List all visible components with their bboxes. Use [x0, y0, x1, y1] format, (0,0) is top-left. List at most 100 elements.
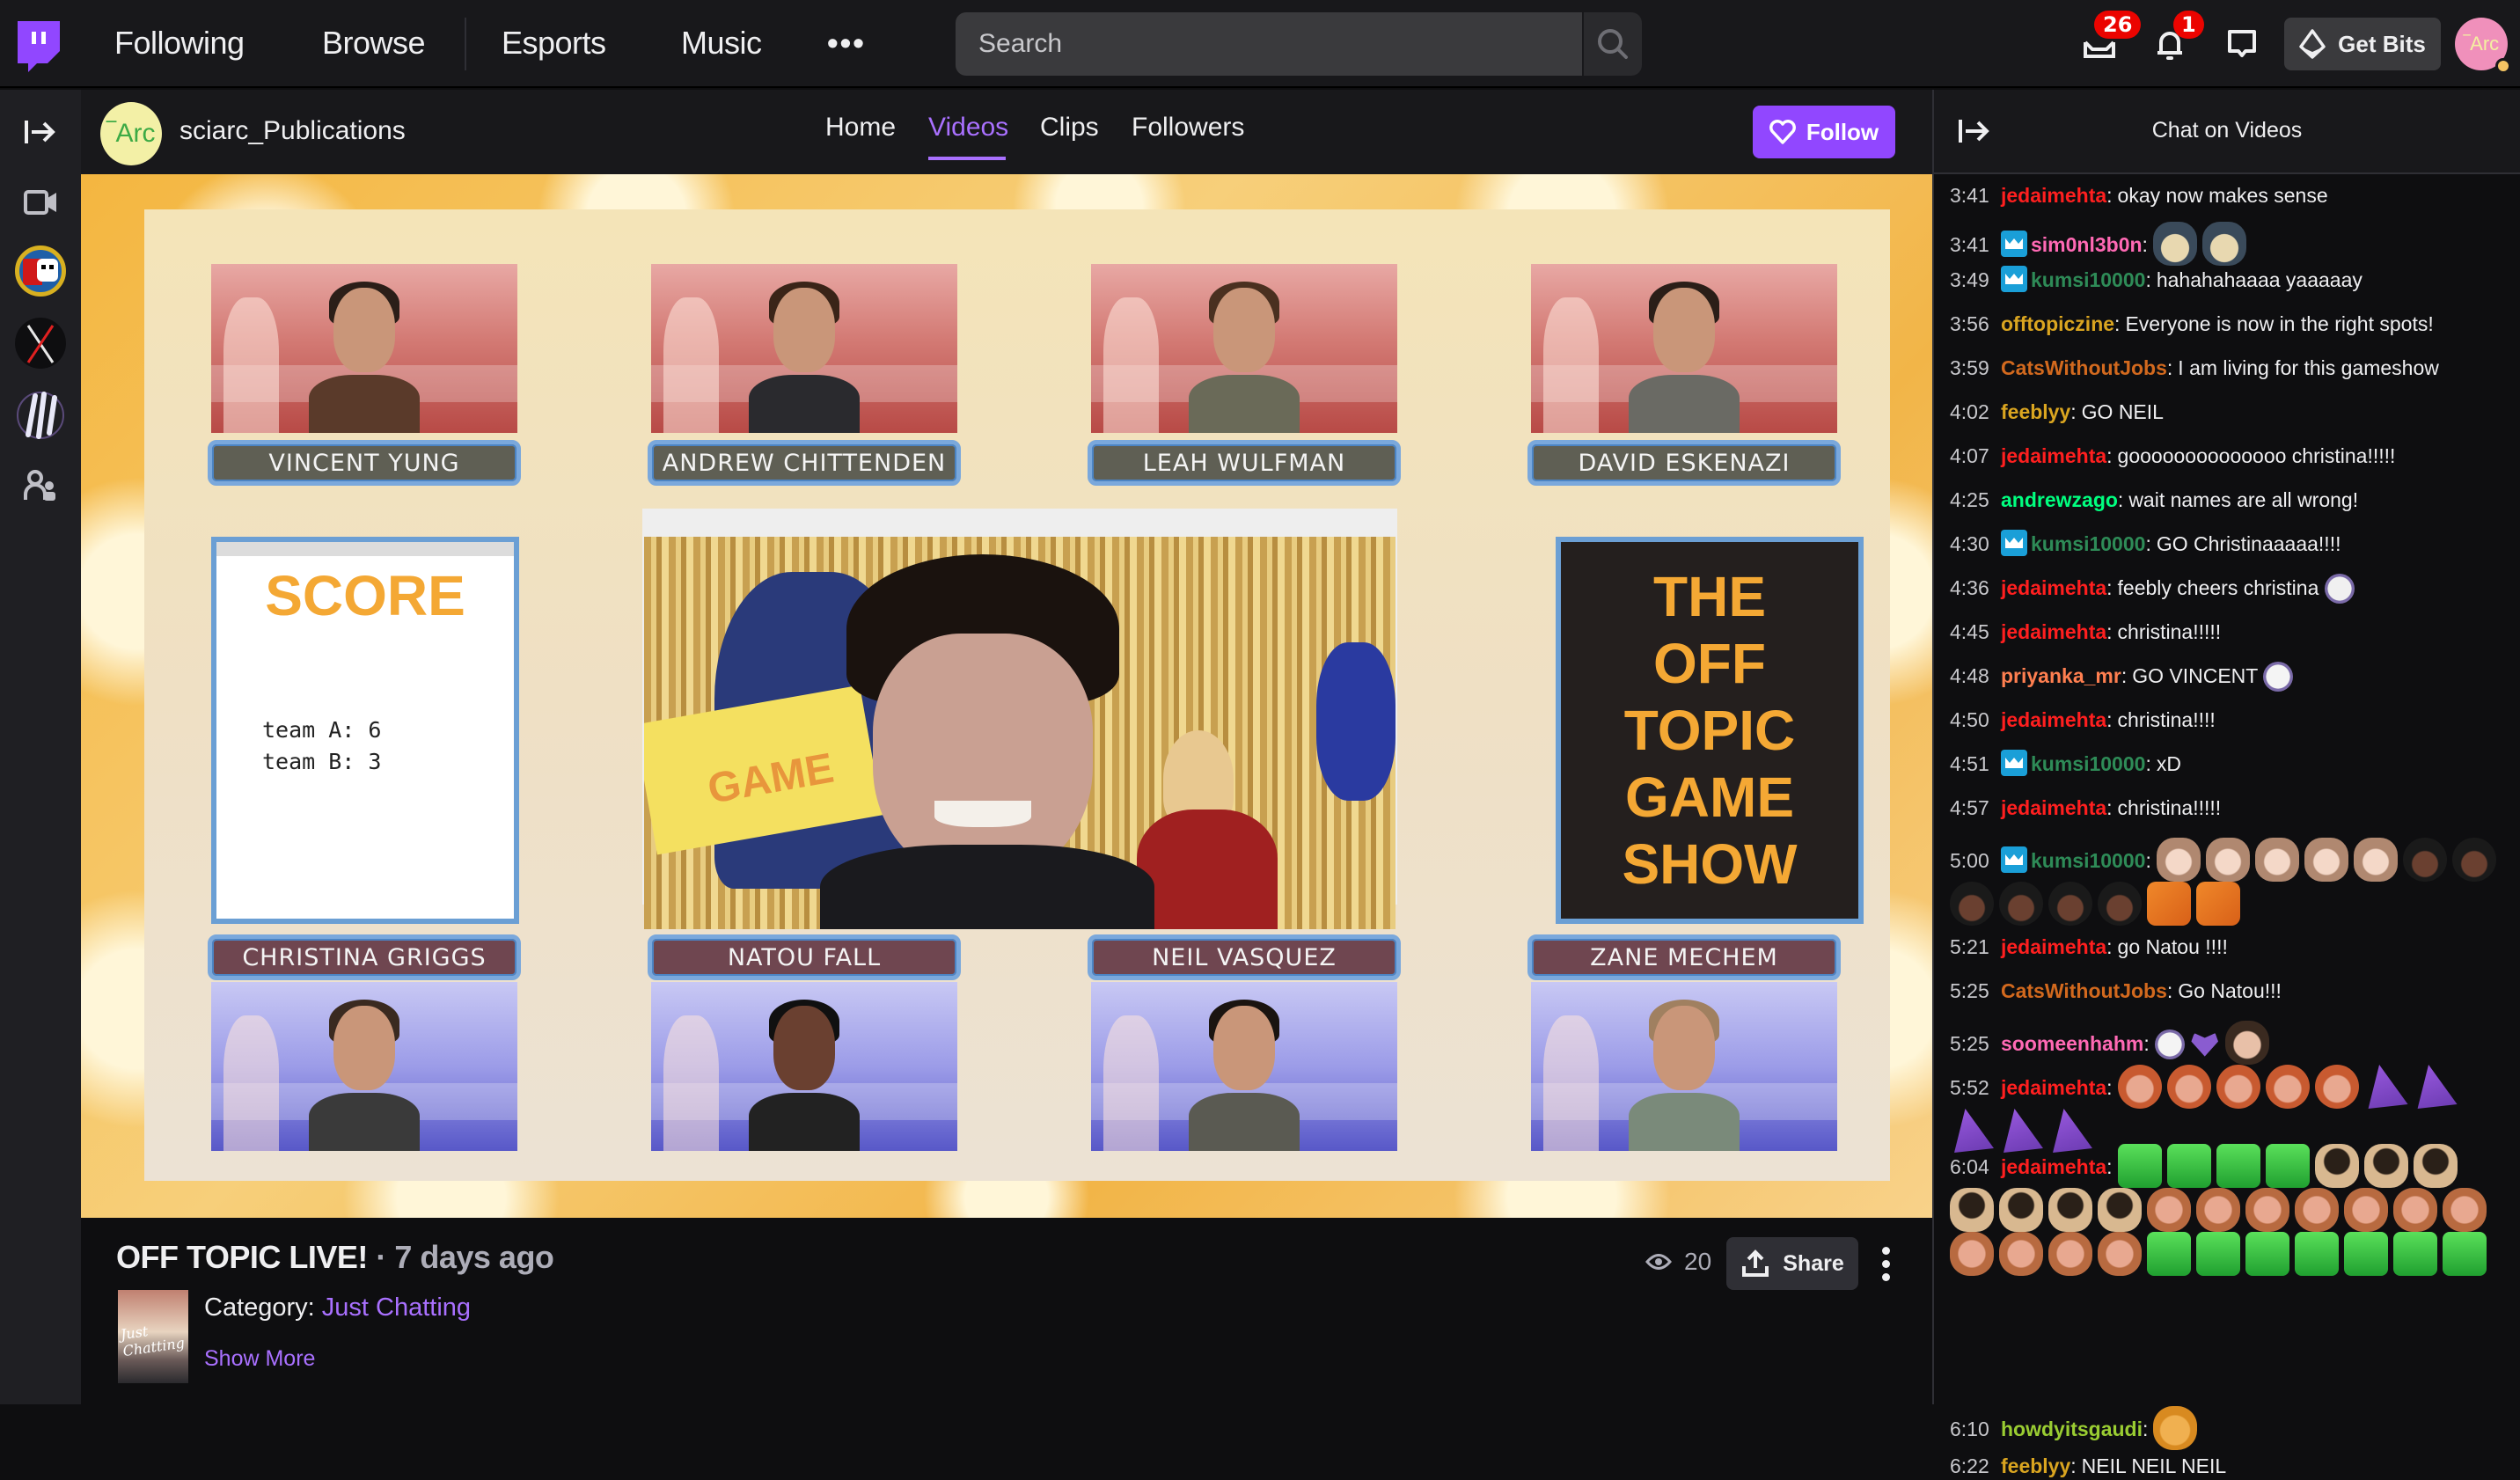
chat-username[interactable]: jedaimehta [2001, 1155, 2106, 1178]
show-more-link[interactable]: Show More [204, 1346, 315, 1372]
followed-channel-2[interactable] [14, 317, 67, 370]
robot-emote-icon[interactable] [2166, 1144, 2211, 1188]
angry-girl-emote-icon[interactable] [2254, 838, 2299, 882]
thumbs-guy-emote-icon[interactable] [2147, 1188, 2191, 1232]
robot-emote-icon[interactable] [2147, 1232, 2191, 1276]
chat-username[interactable]: jedaimehta [2001, 1076, 2106, 1099]
tab-videos[interactable]: Videos [928, 113, 1008, 143]
thumbs-guy-emote-icon[interactable] [2344, 1188, 2388, 1232]
chat-username[interactable]: andrewzago [2001, 488, 2118, 511]
crown-guy-emote-icon[interactable] [2451, 838, 2496, 882]
chat-username[interactable]: feeblyy [2001, 1454, 2070, 1477]
cat-shocked-emote-icon[interactable] [2152, 222, 2197, 266]
chat-username[interactable]: jedaimehta [2001, 935, 2106, 958]
prime-crown-badge-icon[interactable] [2001, 530, 2027, 556]
twitch-logo-icon[interactable] [14, 21, 63, 72]
category-link[interactable]: Just Chatting [322, 1293, 471, 1322]
search-input[interactable] [956, 12, 1582, 76]
facepalm-emote-icon[interactable] [1950, 1188, 1994, 1232]
robot-emote-icon[interactable] [2196, 1232, 2240, 1276]
thumbs-guy-emote-icon[interactable] [2098, 1232, 2142, 1276]
tab-home[interactable]: Home [825, 113, 896, 143]
robot-emote-icon[interactable] [2443, 1232, 2487, 1276]
robot-emote-icon[interactable] [2393, 1232, 2437, 1276]
channel-avatar[interactable]: ‾Arc [100, 102, 162, 165]
share-button[interactable]: Share [1726, 1237, 1858, 1290]
channel-name-link[interactable]: sciarc_Publications [179, 116, 406, 146]
chat-username[interactable]: soomeenhahm [2001, 1032, 2143, 1055]
crying-face-emote-icon[interactable] [2324, 574, 2355, 604]
category-thumbnail[interactable]: Just Chatting [118, 1290, 188, 1383]
chat-username[interactable]: jedaimehta [2001, 796, 2106, 819]
robot-emote-icon[interactable] [2295, 1232, 2339, 1276]
prime-crown-badge-icon[interactable] [2001, 750, 2027, 776]
cat-shocked-emote-icon[interactable] [2201, 222, 2246, 266]
prime-crown-badge-icon[interactable] [2001, 231, 2027, 257]
thumbs-guy-emote-icon[interactable] [2393, 1188, 2437, 1232]
thumbs-guy-emote-icon[interactable] [2295, 1188, 2339, 1232]
sunglasses-guy-emote-icon[interactable] [2314, 1065, 2359, 1109]
chat-username[interactable]: jedaimehta [2001, 576, 2106, 599]
thumbs-guy-emote-icon[interactable] [1999, 1232, 2043, 1276]
chat-username[interactable]: kumsi10000 [2031, 849, 2145, 872]
followed-videos-button[interactable] [14, 176, 67, 229]
robot-emote-icon[interactable] [2117, 1144, 2162, 1188]
nav-browse[interactable]: Browse [322, 25, 426, 62]
tab-clips[interactable]: Clips [1040, 113, 1099, 143]
chat-username[interactable]: offtopiczine [2001, 312, 2114, 335]
facepalm-emote-icon[interactable] [2363, 1144, 2408, 1188]
thumbs-guy-emote-icon[interactable] [1950, 1232, 1994, 1276]
chat-username[interactable]: jedaimehta [2001, 620, 2106, 643]
robot-emote-icon[interactable] [2265, 1144, 2310, 1188]
chat-username[interactable]: kumsi10000 [2031, 268, 2145, 291]
ghost-face-emote-icon[interactable] [2154, 1029, 2185, 1059]
chat-username[interactable]: priyanka_mr [2001, 664, 2121, 687]
search-button[interactable] [1584, 12, 1642, 76]
crown-guy-emote-icon[interactable] [1950, 882, 1994, 926]
party-hat-emote-icon[interactable] [2417, 1065, 2458, 1109]
cool-cat-emote-icon[interactable] [2153, 1406, 2198, 1450]
sunglasses-guy-emote-icon[interactable] [2166, 1065, 2211, 1109]
get-bits-button[interactable]: Get Bits [2284, 18, 2441, 70]
prime-crown-badge-icon[interactable] [2001, 846, 2027, 873]
thumbs-guy-emote-icon[interactable] [2443, 1188, 2487, 1232]
chat-username[interactable]: kumsi10000 [2031, 752, 2145, 775]
chat-username[interactable]: kumsi10000 [2031, 532, 2145, 555]
thumbs-guy-emote-icon[interactable] [2245, 1188, 2289, 1232]
tab-followers[interactable]: Followers [1132, 113, 1244, 143]
follow-button[interactable]: Follow [1753, 106, 1895, 158]
whispers-button[interactable] [2224, 26, 2260, 62]
chat-username[interactable]: feeblyy [2001, 400, 2070, 423]
facepalm-emote-icon[interactable] [1999, 1188, 2043, 1232]
angry-girl-emote-icon[interactable] [2205, 838, 2250, 882]
friends-button[interactable] [14, 459, 67, 512]
thumbs-guy-emote-icon[interactable] [2048, 1232, 2092, 1276]
angry-girl-emote-icon[interactable] [2353, 838, 2398, 882]
crown-guy-emote-icon[interactable] [2048, 882, 2092, 926]
facepalm-emote-icon[interactable] [2314, 1144, 2359, 1188]
thumbs-guy-emote-icon[interactable] [2196, 1188, 2240, 1232]
charizard-emote-icon[interactable] [2147, 882, 2191, 926]
angry-girl-emote-icon[interactable] [2156, 838, 2201, 882]
nav-following[interactable]: Following [114, 25, 245, 62]
charizard-emote-icon[interactable] [2196, 882, 2240, 926]
facepalm-emote-icon[interactable] [2048, 1188, 2092, 1232]
robot-emote-icon[interactable] [2245, 1232, 2289, 1276]
crown-guy-emote-icon[interactable] [1999, 882, 2043, 926]
chat-username[interactable]: CatsWithoutJobs [2001, 979, 2167, 1002]
expand-sidebar-button[interactable] [14, 106, 67, 158]
purple-heart-emote-icon[interactable] [2191, 1033, 2219, 1057]
sunglasses-guy-emote-icon[interactable] [2216, 1065, 2260, 1109]
more-options-button[interactable] [1872, 1239, 1899, 1288]
happy-face-emote-icon[interactable] [2263, 662, 2294, 692]
facepalm-emote-icon[interactable] [2098, 1188, 2142, 1232]
prime-crown-badge-icon[interactable] [2001, 266, 2027, 292]
chat-username[interactable]: howdyitsgaudi [2001, 1418, 2143, 1440]
nav-music[interactable]: Music [681, 25, 762, 62]
chat-username[interactable]: jedaimehta [2001, 708, 2106, 731]
sunglasses-guy-emote-icon[interactable] [2265, 1065, 2310, 1109]
chat-username[interactable]: jedaimehta [2001, 184, 2106, 207]
chat-username[interactable]: sim0nl3b0n [2031, 233, 2143, 256]
video-player[interactable]: VINCENT YUNG ANDREW CHITTENDEN LEAH WULF… [81, 174, 1932, 1218]
robot-emote-icon[interactable] [2216, 1144, 2260, 1188]
